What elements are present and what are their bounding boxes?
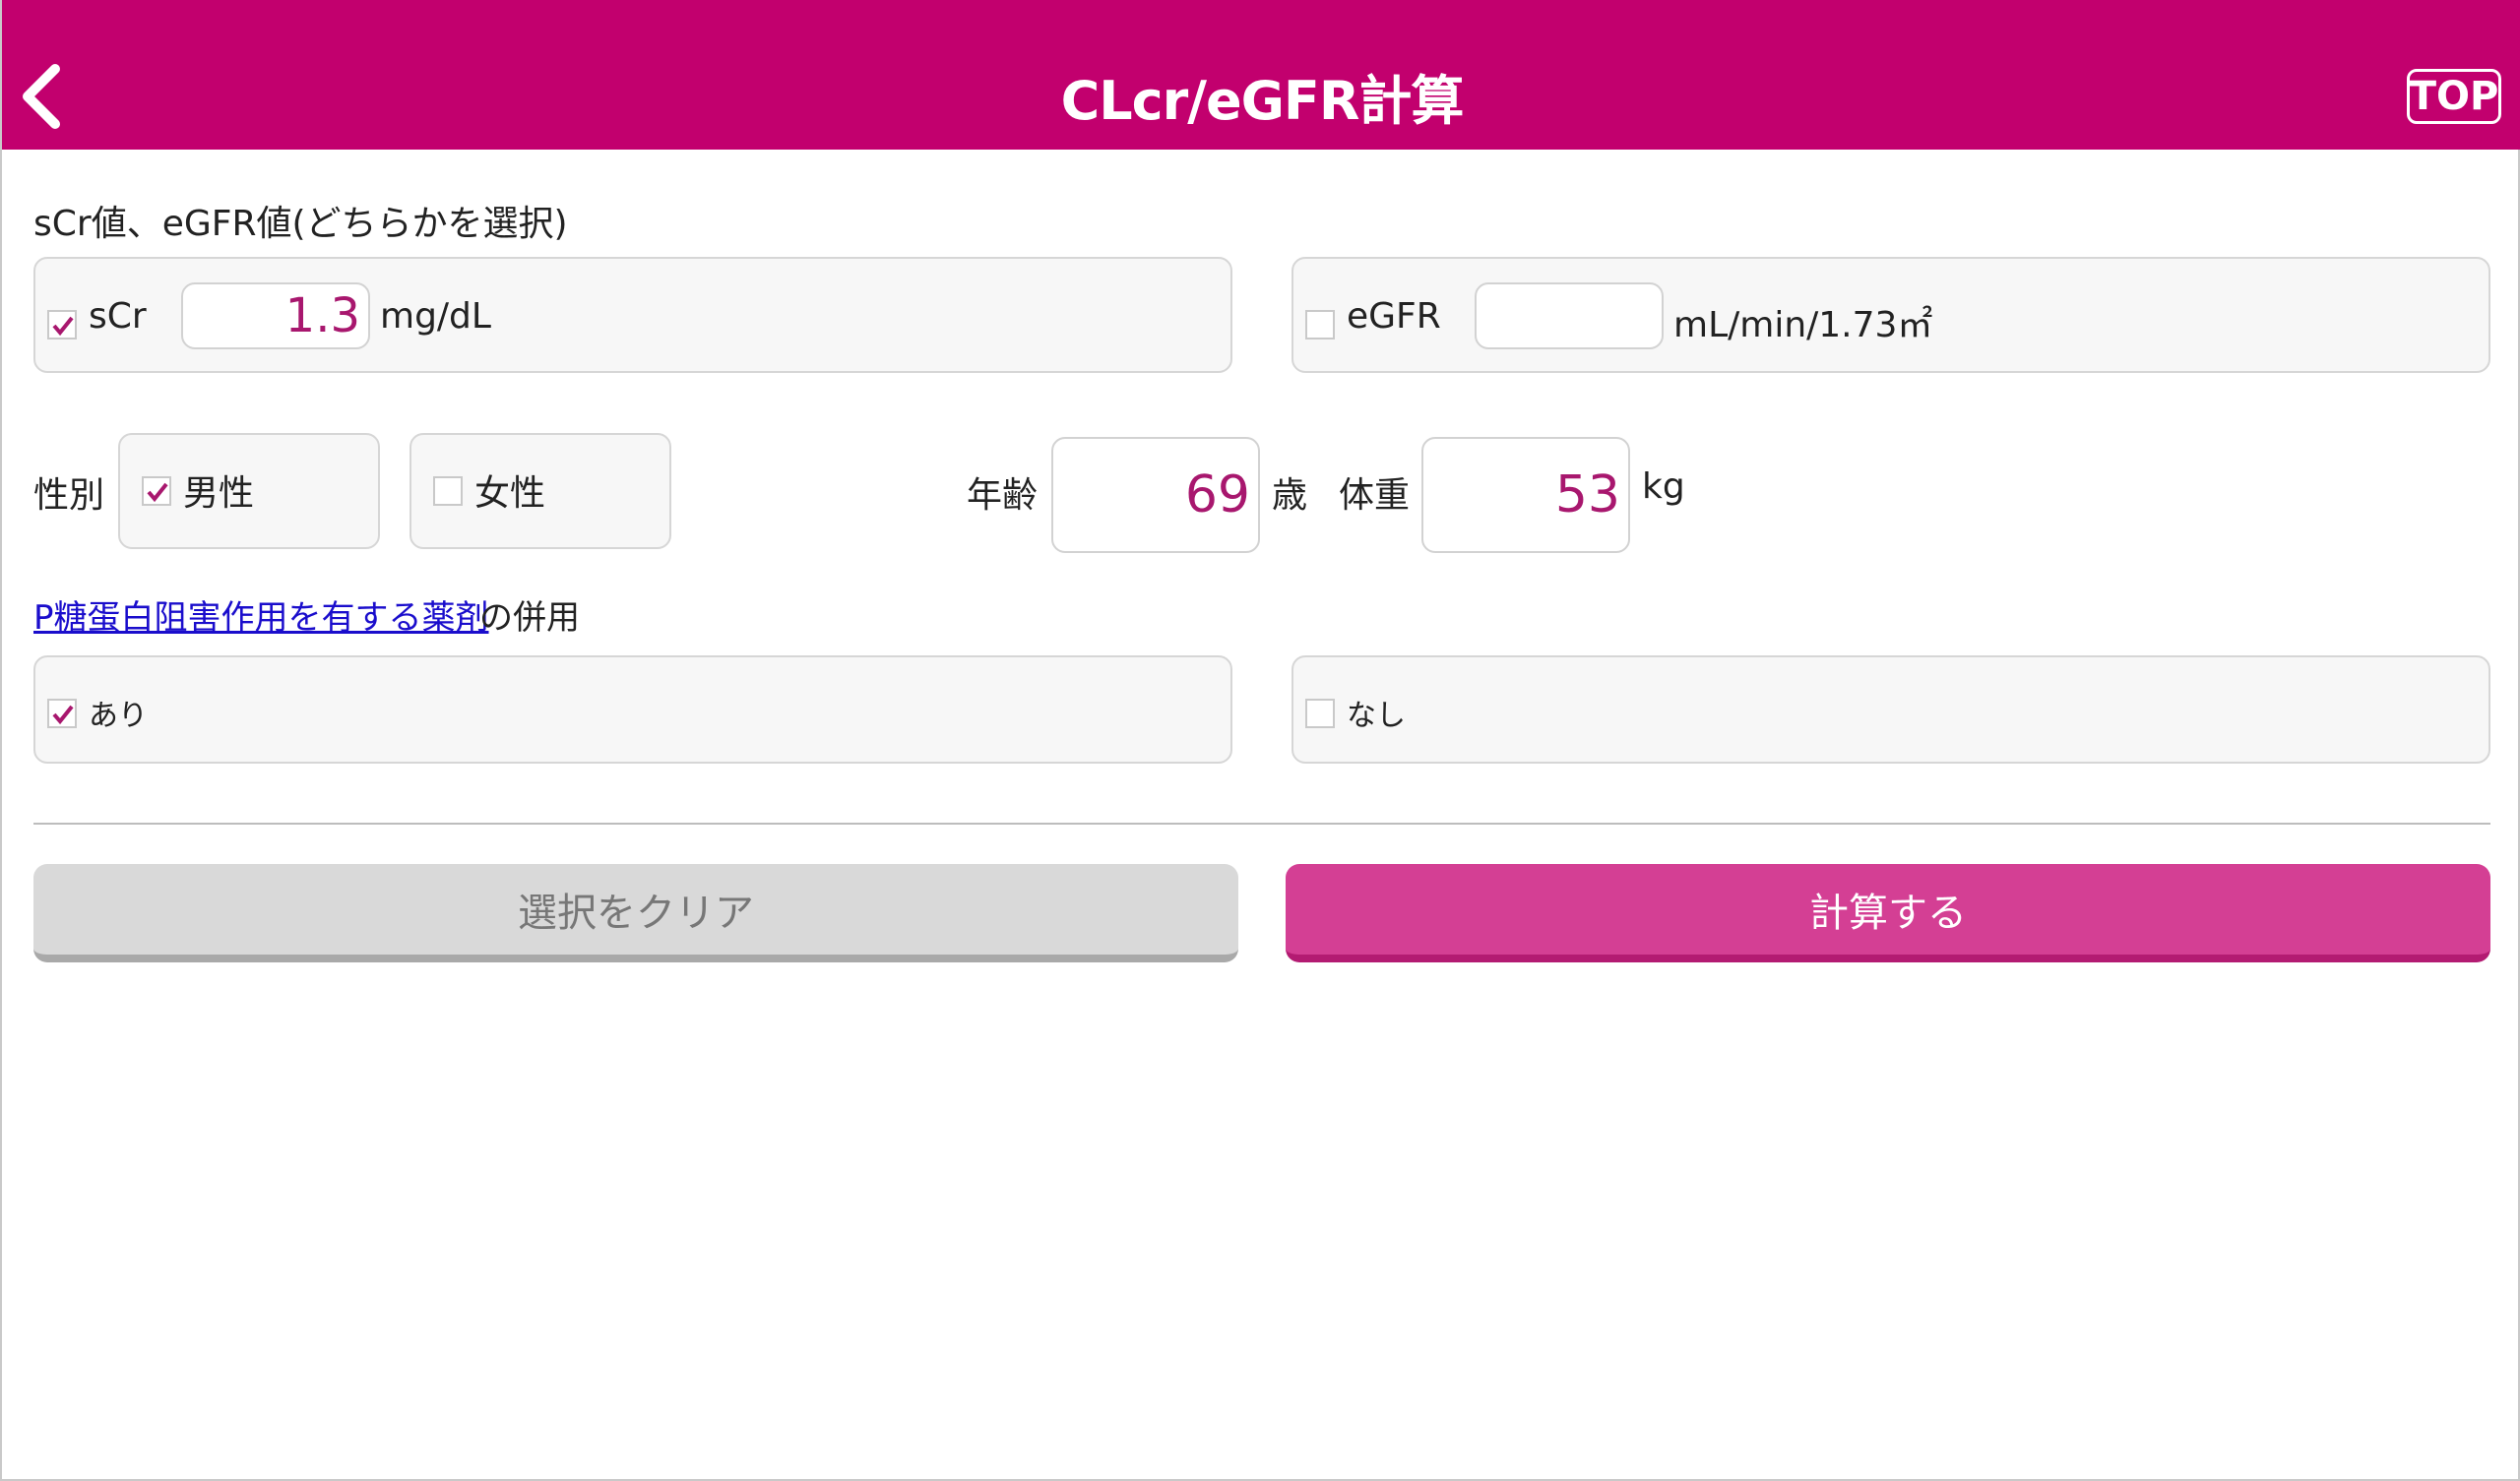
female-checkbox[interactable] <box>433 476 463 506</box>
weight-input[interactable]: 53 <box>1421 437 1630 553</box>
pgp-yes-option[interactable]: あり <box>33 655 1232 764</box>
egfr-panel[interactable]: eGFR mL/min/1.73㎡ <box>1292 257 2490 373</box>
scr-input[interactable]: 1.3 <box>181 282 370 349</box>
female-option[interactable]: 女性 <box>410 433 671 549</box>
calculate-button[interactable]: 計算する <box>1286 864 2490 962</box>
male-checkbox[interactable] <box>142 476 171 506</box>
sex-label: 性別 <box>33 475 105 516</box>
checkmark-icon <box>52 705 74 725</box>
pgp-yes-checkbox[interactable] <box>47 699 77 728</box>
male-label: 男性 <box>183 473 255 514</box>
weight-label: 体重 <box>1339 475 1411 516</box>
age-label: 年齢 <box>967 475 1039 516</box>
pgp-no-label: なし <box>1347 699 1406 733</box>
pgp-yes-label: あり <box>89 699 148 733</box>
scr-panel[interactable]: sCr 1.3 mg/dL <box>33 257 1232 373</box>
scr-checkbox[interactable] <box>47 310 77 339</box>
scr-label: sCr <box>89 296 147 337</box>
weight-unit: kg <box>1642 466 1685 507</box>
scr-unit: mg/dL <box>380 296 491 337</box>
egfr-label: eGFR <box>1347 296 1441 337</box>
male-option[interactable]: 男性 <box>118 433 380 549</box>
divider <box>33 823 2490 825</box>
pgp-suffix-label: の併用 <box>479 598 580 638</box>
page-title: CLcr/eGFR計算 <box>1060 69 1465 132</box>
checkmark-icon <box>147 482 168 503</box>
age-input[interactable]: 69 <box>1051 437 1260 553</box>
app-header: CLcr/eGFR計算 TOP <box>2 0 2520 150</box>
renal-section-label: sCr値、eGFR値(どちらかを選択) <box>33 204 568 244</box>
pgp-no-checkbox[interactable] <box>1305 699 1335 728</box>
chevron-left-icon <box>23 64 60 129</box>
pgp-drugs-link[interactable]: P糖蛋白阻害作用を有する薬剤 <box>33 590 489 639</box>
pgp-no-option[interactable]: なし <box>1292 655 2490 764</box>
back-button[interactable] <box>12 57 71 136</box>
egfr-input[interactable] <box>1475 282 1664 349</box>
female-label: 女性 <box>474 473 546 514</box>
top-button[interactable]: TOP <box>2407 69 2501 124</box>
checkmark-icon <box>52 316 74 337</box>
age-unit: 歳 <box>1272 475 1308 516</box>
egfr-unit: mL/min/1.73㎡ <box>1673 305 1933 345</box>
egfr-checkbox[interactable] <box>1305 310 1335 339</box>
clear-selection-button[interactable]: 選択をクリア <box>33 864 1238 962</box>
